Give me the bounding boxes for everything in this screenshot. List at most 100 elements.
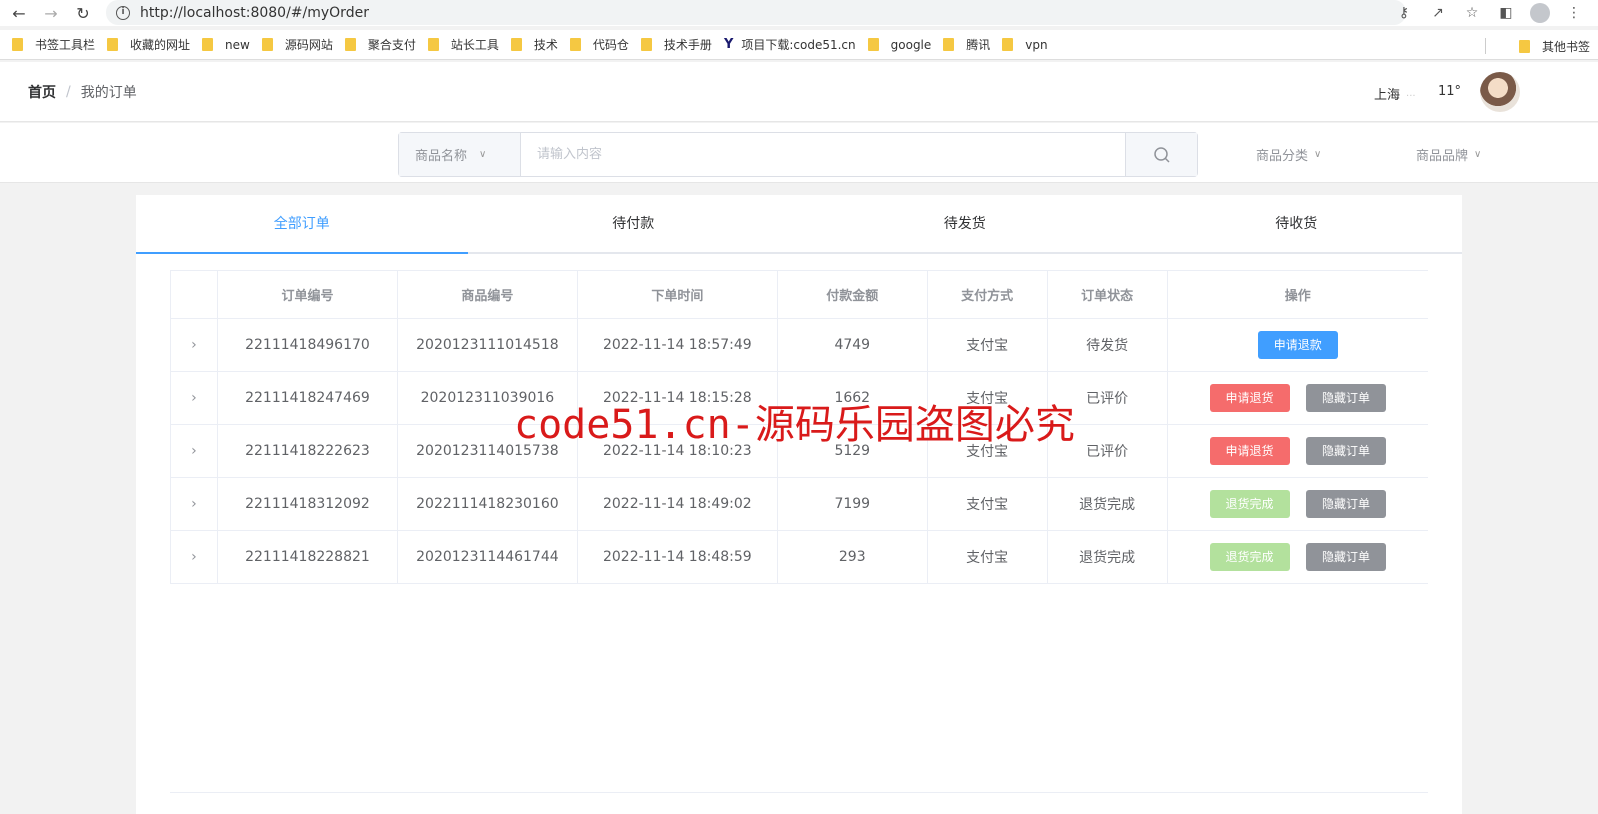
- bookmark-item[interactable]: 技术: [510, 36, 558, 53]
- payment-amount: 7199: [777, 477, 928, 531]
- product-number: 2020123111014518: [397, 318, 578, 372]
- key-icon[interactable]: ⚷: [1394, 3, 1414, 23]
- chevron-down-icon: ∨: [479, 149, 487, 160]
- hide-order-button[interactable]: 隐藏订单: [1306, 437, 1387, 465]
- bookmark-item[interactable]: 代码仓: [569, 36, 629, 53]
- weather-widget: 上海 ...: [1374, 84, 1416, 103]
- bookmark-item[interactable]: 站长工具: [427, 36, 499, 53]
- url-text[interactable]: http://localhost:8080/#/myOrder: [140, 5, 369, 21]
- bookmark-other[interactable]: 其他书签: [1518, 38, 1590, 55]
- order-time: 2022-11-14 18:49:02: [577, 477, 778, 531]
- search-button[interactable]: [1125, 133, 1197, 176]
- tab-pending-receipt[interactable]: 待收货: [1131, 195, 1463, 252]
- chevron-right-icon[interactable]: ›: [191, 549, 197, 565]
- bookmark-item[interactable]: 书签工具栏: [12, 36, 95, 53]
- order-status: 退货完成: [1047, 530, 1168, 584]
- folder-icon: [12, 38, 23, 51]
- folder-icon: [569, 38, 581, 51]
- bookmark-item[interactable]: 收藏的网址: [107, 36, 190, 53]
- watermark-text: code51.cn-源码乐园盗图必究: [514, 402, 1075, 448]
- folder-icon: [427, 38, 439, 51]
- hide-order-button[interactable]: 隐藏订单: [1306, 490, 1387, 518]
- search-field-label: 商品名称: [415, 149, 468, 164]
- tab-pending-payment[interactable]: 待付款: [468, 195, 800, 252]
- reload-icon[interactable]: ↻: [72, 2, 94, 24]
- column-header: 下单时间: [577, 270, 778, 319]
- folder-icon: [867, 38, 879, 51]
- folder-icon: [107, 38, 119, 51]
- order-time: 2022-11-14 18:57:49: [577, 318, 778, 372]
- sidepanel-icon[interactable]: ◧: [1496, 3, 1516, 23]
- tab-all-orders[interactable]: 全部订单: [136, 195, 468, 254]
- y-logo-icon: Y: [723, 37, 734, 52]
- menu-kebab-icon[interactable]: ⋮: [1564, 3, 1584, 23]
- folder-icon: [943, 38, 955, 51]
- temperature: 11°: [1438, 84, 1462, 99]
- folder-icon: [1002, 38, 1014, 51]
- folder-icon: [261, 38, 273, 51]
- star-icon[interactable]: ☆: [1462, 3, 1482, 23]
- chevron-down-icon: ∨: [1474, 149, 1482, 160]
- order-number: 22111418496170: [217, 318, 398, 372]
- bookmark-item[interactable]: google: [867, 38, 931, 52]
- actions-cell: 申请退货 隐藏订单: [1167, 424, 1428, 478]
- request-return-button[interactable]: 申请退货: [1209, 384, 1290, 412]
- breadcrumb-separator: /: [66, 84, 71, 100]
- payment-amount: 4749: [777, 318, 928, 372]
- order-number: 22111418247469: [217, 371, 398, 425]
- actions-cell: 申请退款: [1167, 318, 1428, 372]
- search-group: 商品名称 ∨: [398, 132, 1198, 177]
- request-refund-button[interactable]: 申请退款: [1257, 331, 1338, 359]
- column-header: 操作: [1167, 270, 1428, 319]
- chevron-right-icon[interactable]: ›: [191, 337, 197, 353]
- bookmark-item[interactable]: 源码网站: [261, 36, 333, 53]
- product-number: 2022111418230160: [397, 477, 578, 531]
- search-icon: [1153, 146, 1170, 163]
- bookmark-item[interactable]: Y 项目下载:code51.cn: [724, 36, 856, 53]
- column-header: 付款金额: [777, 270, 928, 319]
- breadcrumb-current: 我的订单: [80, 85, 137, 101]
- return-complete-button: 退货完成: [1209, 543, 1290, 571]
- app-header: 首页 / 我的订单 上海 ... 11°: [0, 62, 1598, 122]
- info-icon[interactable]: i: [116, 5, 130, 20]
- bookmark-item[interactable]: 腾讯: [943, 36, 990, 53]
- table-row: › 22111418496170 2020123111014518 2022-1…: [170, 318, 1428, 372]
- address-bar[interactable]: i http://localhost:8080/#/myOrder: [106, 0, 1406, 25]
- hide-order-button[interactable]: 隐藏订单: [1306, 543, 1387, 571]
- share-icon[interactable]: ↗: [1428, 3, 1448, 23]
- breadcrumb-home[interactable]: 首页: [28, 82, 56, 102]
- chevron-right-icon[interactable]: ›: [191, 443, 197, 459]
- folder-icon: [344, 38, 356, 51]
- bookmark-item[interactable]: new: [202, 38, 250, 52]
- column-header: 商品编号: [397, 270, 578, 319]
- return-complete-button: 退货完成: [1209, 490, 1290, 518]
- forward-arrow-icon[interactable]: →: [40, 2, 62, 24]
- profile-icon[interactable]: [1530, 3, 1550, 23]
- city-label: 上海: [1374, 88, 1401, 103]
- avatar[interactable]: [1480, 72, 1520, 112]
- expand-column-header: [170, 270, 218, 319]
- browser-toolbar: ← → ↻ i http://localhost:8080/#/myOrder …: [0, 0, 1598, 26]
- brand-dropdown[interactable]: 商品品牌 ∨: [1416, 145, 1481, 164]
- category-dropdown[interactable]: 商品分类 ∨: [1256, 145, 1321, 164]
- order-card: 全部订单 待付款 待发货 待收货 订单编号 商品编号 下单时间 付款金额 支付方…: [136, 195, 1462, 814]
- actions-cell: 退货完成 隐藏订单: [1167, 530, 1428, 584]
- weather-icon: ...: [1406, 88, 1416, 99]
- search-input[interactable]: [521, 133, 1125, 176]
- chevron-right-icon[interactable]: ›: [191, 496, 197, 512]
- back-arrow-icon[interactable]: ←: [8, 2, 30, 24]
- bookmark-item[interactable]: 聚合支付: [344, 36, 416, 53]
- payment-method: 支付宝: [927, 530, 1048, 584]
- chevron-right-icon[interactable]: ›: [191, 390, 197, 406]
- bookmark-item[interactable]: 技术手册: [640, 36, 712, 53]
- tab-pending-shipment[interactable]: 待发货: [799, 195, 1131, 252]
- payment-method: 支付宝: [927, 477, 1048, 531]
- folder-icon: [202, 38, 214, 51]
- divider: [170, 792, 1428, 793]
- hide-order-button[interactable]: 隐藏订单: [1306, 384, 1387, 412]
- search-field-select[interactable]: 商品名称 ∨: [399, 133, 521, 176]
- bookmark-item[interactable]: vpn: [1002, 38, 1048, 52]
- actions-cell: 申请退货 隐藏订单: [1167, 371, 1428, 425]
- request-return-button[interactable]: 申请退货: [1209, 437, 1290, 465]
- browser-actions: ⚷ ↗ ☆ ◧ ⋮: [1394, 0, 1598, 26]
